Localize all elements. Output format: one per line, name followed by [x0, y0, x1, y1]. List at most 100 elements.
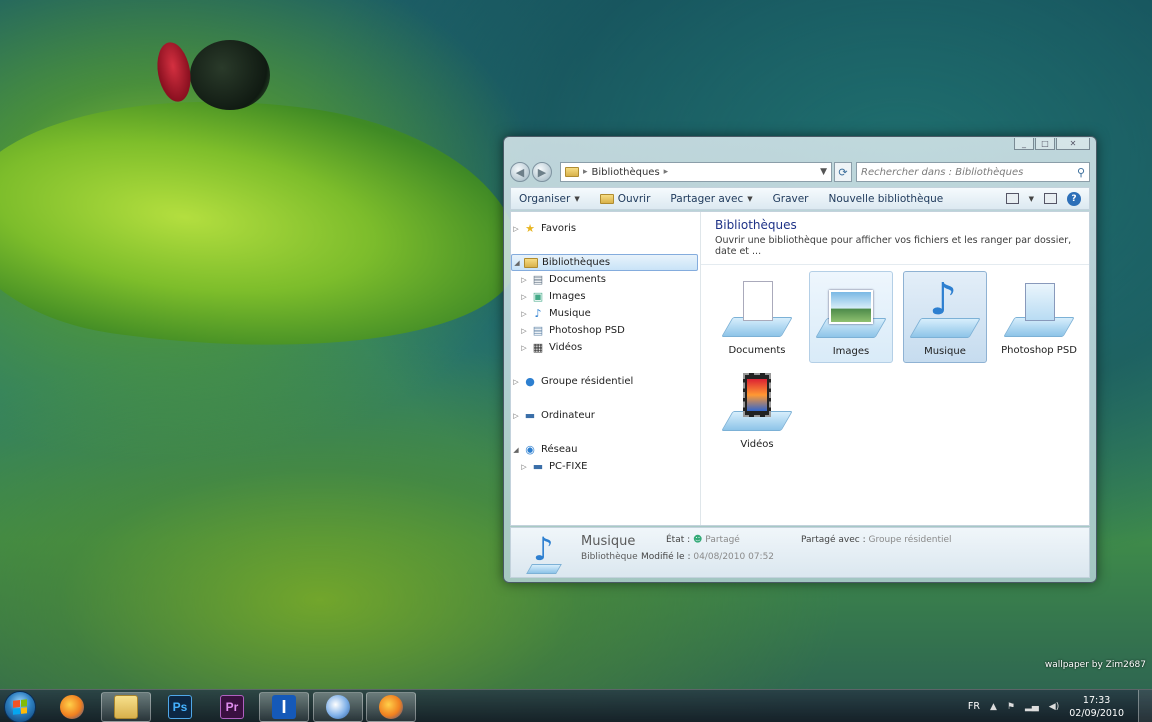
partager-button[interactable]: Partager avec ▼ — [670, 193, 752, 205]
library-videos[interactable]: Vidéos — [715, 365, 799, 457]
videos-library-icon — [721, 371, 793, 433]
tree-item-photoshop[interactable]: ▷ ▤ Photoshop PSD — [511, 322, 700, 339]
shared-value: Groupe résidentiel — [868, 535, 952, 545]
open-folder-icon — [599, 193, 614, 204]
tree-label: PC-FIXE — [549, 461, 588, 472]
wallpaper-red-bud — [153, 39, 195, 105]
music-library-icon: ♪ — [525, 530, 565, 576]
video-icon: ▦ — [532, 341, 544, 354]
library-musique[interactable]: ♪ Musique — [903, 271, 987, 363]
explorer-window: _ □ ✕ ◀ ▶ ▸ Bibliothèques ▸ ▼ ⟳ Recherch… — [503, 136, 1097, 583]
tree-label: Photoshop PSD — [549, 325, 625, 336]
network-computer-icon: ▬ — [532, 460, 544, 473]
tree-item-groupe[interactable]: ▷ ● Groupe résidentiel — [511, 373, 700, 390]
tree-item-images[interactable]: ▷ ▣ Images — [511, 288, 700, 305]
state-label: État : — [666, 535, 691, 545]
show-desktop-button[interactable] — [1138, 690, 1152, 722]
network-signal-icon[interactable]: ▂▄ — [1025, 702, 1039, 712]
tree-item-musique[interactable]: ▷ ♪ Musique — [511, 305, 700, 322]
search-input[interactable]: Rechercher dans : Bibliothèques ⚲ — [856, 162, 1090, 182]
taskbar-firefox[interactable] — [47, 692, 97, 722]
taskbar-thunderbird[interactable] — [313, 692, 363, 722]
breadcrumb-arrow-icon[interactable]: ▸ — [583, 167, 588, 177]
images-icon: ▣ — [532, 290, 544, 303]
graver-button[interactable]: Graver — [773, 193, 809, 205]
music-library-icon: ♪ — [909, 278, 981, 340]
change-view-icon[interactable] — [1005, 193, 1019, 204]
breadcrumb-next-arrow-icon[interactable]: ▸ — [664, 167, 669, 177]
tile-label: Vidéos — [740, 439, 774, 450]
expand-icon[interactable]: ▷ — [519, 293, 529, 301]
help-icon[interactable]: ? — [1067, 191, 1081, 206]
network-icon: ◉ — [525, 443, 535, 456]
library-documents[interactable]: Documents — [715, 271, 799, 363]
maximize-button[interactable]: □ — [1035, 138, 1055, 150]
expand-icon[interactable]: ▷ — [511, 378, 521, 386]
language-indicator[interactable]: FR — [968, 701, 980, 712]
expand-icon[interactable]: ▷ — [511, 412, 521, 420]
tile-label: Photoshop PSD — [1001, 345, 1077, 356]
expand-icon[interactable]: ▷ — [519, 344, 529, 352]
expand-icon[interactable]: ▷ — [519, 463, 529, 471]
expand-icon[interactable]: ▷ — [519, 276, 529, 284]
taskbar-premiere[interactable]: Pr — [207, 692, 257, 722]
back-arrow-icon: ◀ — [515, 165, 525, 179]
graver-label: Graver — [772, 192, 809, 205]
forward-arrow-icon: ▶ — [537, 165, 547, 179]
homegroup-icon: ● — [525, 375, 535, 388]
action-center-flag-icon[interactable]: ⚑ — [1007, 702, 1015, 712]
tree-item-documents[interactable]: ▷ ▤ Documents — [511, 271, 700, 288]
view-dropdown-icon[interactable]: ▼ — [1029, 195, 1034, 203]
breadcrumb-libraries[interactable]: Bibliothèques — [592, 167, 660, 178]
library-photoshop[interactable]: Photoshop PSD — [997, 271, 1081, 363]
library-images[interactable]: Images — [809, 271, 893, 363]
volume-icon[interactable]: ◀) — [1049, 702, 1059, 712]
star-icon: ★ — [525, 222, 535, 235]
firefox-icon — [379, 695, 403, 719]
ouvrir-button[interactable]: Ouvrir — [599, 193, 650, 205]
refresh-button[interactable]: ⟳ — [834, 162, 852, 182]
expand-icon[interactable]: ▷ — [519, 310, 529, 318]
tree-item-pcfixe[interactable]: ▷ ▬ PC-FIXE — [511, 458, 700, 475]
taskbar-firefox-2[interactable] — [366, 692, 416, 722]
clock[interactable]: 17:33 02/09/2010 — [1069, 694, 1124, 720]
tree-item-bibliotheques[interactable]: ◢ Bibliothèques — [511, 254, 698, 271]
address-dropdown-icon[interactable]: ▼ — [820, 167, 827, 177]
minimize-button[interactable]: _ — [1014, 138, 1034, 150]
state-value: Partagé — [705, 535, 740, 545]
collapse-icon[interactable]: ◢ — [511, 446, 521, 454]
details-shared-with: Partagé avec : Groupe résidentiel — [801, 535, 952, 545]
search-icon[interactable]: ⚲ — [1077, 166, 1085, 179]
organiser-button[interactable]: Organiser ▼ — [519, 193, 580, 205]
system-tray: FR ▲ ⚑ ▂▄ ◀) 17:33 02/09/2010 — [968, 690, 1124, 722]
computer-icon: ▬ — [524, 409, 536, 422]
tree-item-reseau[interactable]: ◢ ◉ Réseau — [511, 441, 700, 458]
explorer-icon — [114, 695, 138, 719]
back-button[interactable]: ◀ — [510, 162, 530, 182]
taskbar-explorer[interactable] — [101, 692, 151, 722]
start-button[interactable] — [4, 691, 36, 722]
expand-icon[interactable]: ▷ — [519, 327, 529, 335]
refresh-icon: ⟳ — [838, 165, 848, 179]
details-modified: Modifié le : 04/08/2010 07:52 — [641, 552, 774, 562]
expand-icon[interactable]: ▷ — [511, 225, 521, 233]
tree-item-ordinateur[interactable]: ▷ ▬ Ordinateur — [511, 407, 700, 424]
forward-button[interactable]: ▶ — [532, 162, 552, 182]
tree-item-favoris[interactable]: ▷ ★ Favoris — [511, 220, 700, 237]
taskbar-i-app[interactable]: I — [259, 692, 309, 722]
preview-pane-icon[interactable] — [1044, 193, 1057, 204]
tree-label: Vidéos — [549, 342, 583, 353]
details-state: État : ☻ Partagé — [666, 535, 740, 545]
content-area: ▷ ★ Favoris ◢ Bibliothèques ▷ ▤ Document… — [510, 211, 1090, 526]
close-button[interactable]: ✕ — [1056, 138, 1090, 150]
tree-label: Groupe résidentiel — [541, 376, 634, 387]
collapse-icon[interactable]: ◢ — [512, 259, 522, 267]
tree-item-videos[interactable]: ▷ ▦ Vidéos — [511, 339, 700, 356]
new-library-button[interactable]: Nouvelle bibliothèque — [829, 193, 944, 205]
wallpaper-credit: wallpaper by Zim2687 — [1044, 660, 1146, 670]
photoshop-folder-icon: ▤ — [532, 324, 544, 337]
address-bar[interactable]: ▸ Bibliothèques ▸ ▼ — [560, 162, 832, 182]
show-hidden-icons-icon[interactable]: ▲ — [990, 702, 997, 712]
caption-buttons: _ □ ✕ — [1014, 138, 1090, 150]
taskbar-photoshop[interactable]: Ps — [155, 692, 205, 722]
